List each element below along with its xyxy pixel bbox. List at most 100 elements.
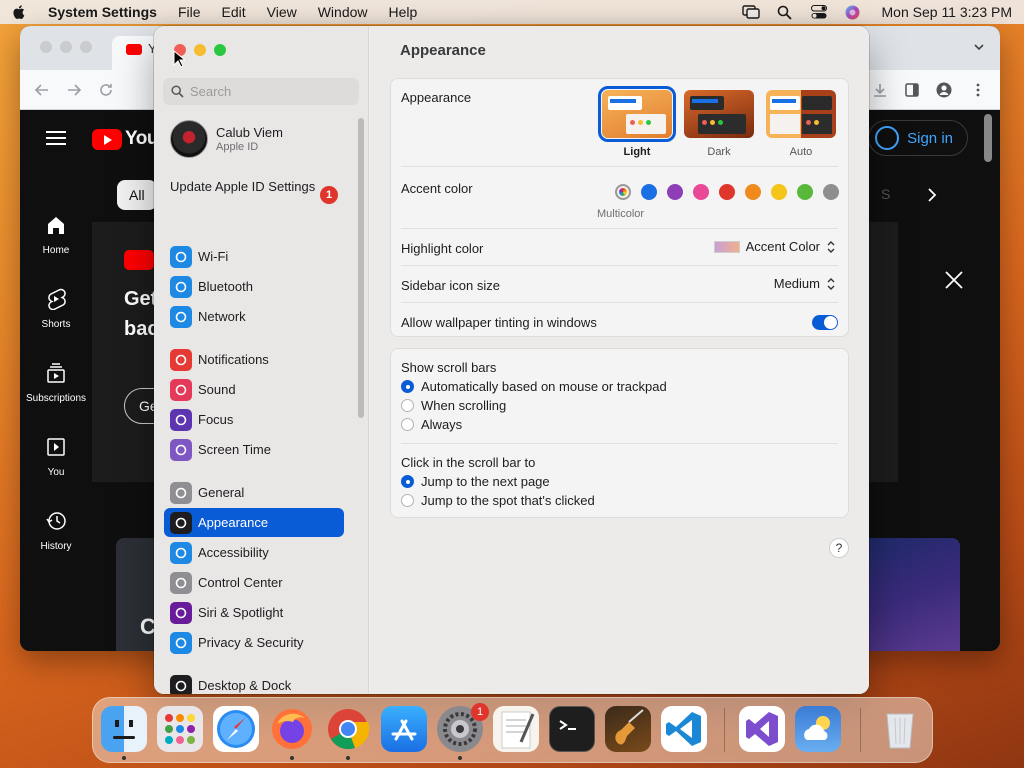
accent-color-7[interactable] [797,184,813,200]
app-store-icon[interactable] [381,706,427,752]
apple-id-profile[interactable]: Calub Viem Apple ID [170,120,283,158]
sidebar-item-wi-fi[interactable]: Wi-Fi [164,242,344,271]
chrome-icon[interactable] [325,706,371,752]
yt-nav-subscriptions[interactable]: Subscriptions [20,362,92,404]
sidebar-item-network[interactable]: Network [164,302,344,331]
highlight-color-popup[interactable]: Accent Color [713,239,836,254]
textedit-icon[interactable] [493,706,539,752]
siri-icon[interactable] [844,4,862,20]
sidebar-item-accessibility[interactable]: Accessibility [164,538,344,567]
sidebar-item-appearance[interactable]: Appearance [164,508,344,537]
help-button[interactable]: ? [829,538,849,558]
sidebar-item-sound[interactable]: Sound [164,375,344,404]
sidebar-item-focus[interactable]: Focus [164,405,344,434]
click-scroll-bar-label: Click in the scroll bar to [401,455,536,470]
page-scrollbar[interactable] [984,114,992,162]
trash-icon[interactable] [877,706,923,752]
profile-icon[interactable] [936,82,952,98]
safari-icon[interactable] [213,706,259,752]
radio-jump-next-page[interactable]: Jump to the next page [401,474,550,489]
visual-studio-icon[interactable] [739,706,785,752]
sidebar-item-label: Screen Time [198,442,271,457]
sidebar-item-control-center[interactable]: Control Center [164,568,344,597]
close-promo-icon[interactable] [944,270,964,290]
browser-zoom-button[interactable] [80,41,92,53]
sidebar-icon-size-popup[interactable]: Medium [774,276,836,291]
theme-light[interactable]: Light [598,86,676,158]
sidebar-item-general[interactable]: General [164,478,344,507]
sidebar-item-desktop-dock[interactable]: Desktop & Dock [164,671,344,694]
sidebar-scrollbar[interactable] [358,118,364,418]
accent-color-2[interactable] [667,184,683,200]
finder-running-indicator [122,756,126,760]
radio-scroll-automatic[interactable]: Automatically based on mouse or trackpad [401,379,667,394]
menu-file[interactable]: File [178,4,201,20]
sidebar-item-privacy-security[interactable]: Privacy & Security [164,628,344,657]
search-input[interactable] [190,84,350,99]
browser-minimize-button[interactable] [60,41,72,53]
chip-partial[interactable]: S [881,186,890,202]
dock-separator [724,708,725,752]
accent-color-8[interactable] [823,184,839,200]
accent-color-4[interactable] [719,184,735,200]
finder-icon[interactable] [101,706,147,752]
accent-color-6[interactable] [771,184,787,200]
download-icon[interactable] [872,82,888,98]
accent-color-multicolor[interactable] [615,184,631,200]
sidebar-item-bluetooth[interactable]: Bluetooth [164,272,344,301]
window-minimize-button[interactable] [194,44,206,56]
moon-icon [170,408,192,431]
video-thumbnail[interactable]: C [116,538,156,651]
weather-icon[interactable] [795,706,841,752]
accent-color-3[interactable] [693,184,709,200]
search-icon [171,85,184,98]
yt-nav-history[interactable]: History [20,510,92,552]
youtube-play-icon [92,128,122,150]
forward-arrow-icon[interactable] [66,82,82,98]
apple-menu-icon[interactable] [12,4,28,20]
accent-color-1[interactable] [641,184,657,200]
settings-search[interactable] [163,78,359,105]
radio-jump-to-spot[interactable]: Jump to the spot that's clicked [401,493,595,508]
radio-scroll-when-scrolling[interactable]: When scrolling [401,398,506,413]
menu-view[interactable]: View [267,4,297,20]
back-arrow-icon[interactable] [34,82,50,98]
spotlight-search-icon[interactable] [776,4,794,20]
tab-search-chevron-icon[interactable] [972,40,986,54]
more-menu-icon[interactable] [970,82,986,98]
sidebar-item-screen-time[interactable]: Screen Time [164,435,344,464]
yt-nav-shorts[interactable]: Shorts [20,288,92,330]
reload-icon[interactable] [98,82,114,98]
hamburger-menu-icon[interactable] [46,130,66,146]
menu-app-name[interactable]: System Settings [48,4,157,20]
theme-auto[interactable]: Auto [764,90,838,158]
chip-all[interactable]: All [117,180,157,210]
firefox-icon[interactable] [269,706,315,752]
control-center-icon[interactable] [810,4,828,20]
sign-in-button[interactable]: Sign in [868,120,968,156]
accent-color-5[interactable] [745,184,761,200]
update-apple-id-settings[interactable]: Update Apple ID Settings [170,179,342,195]
menu-edit[interactable]: Edit [222,4,246,20]
garageband-icon[interactable] [605,706,651,752]
video-thumbnail-2[interactable] [868,538,960,651]
side-panel-icon[interactable] [904,82,920,98]
highlight-color-label: Highlight color [401,241,484,256]
menu-window[interactable]: Window [318,4,368,20]
browser-close-button[interactable] [40,41,52,53]
yt-nav-home[interactable]: Home [20,214,92,256]
menu-bar-clock[interactable]: Mon Sep 11 3:23 PM [882,4,1012,20]
chip-scroll-right-icon[interactable] [926,188,938,202]
yt-nav-you[interactable]: You [20,436,92,478]
sidebar-item-notifications[interactable]: Notifications [164,345,344,374]
screen-mirroring-icon[interactable] [741,4,760,20]
vscode-icon[interactable] [661,706,707,752]
terminal-icon[interactable] [549,706,595,752]
wallpaper-tinting-toggle[interactable] [812,315,838,330]
launchpad-icon[interactable] [157,706,203,752]
sidebar-item-siri-spotlight[interactable]: Siri & Spotlight [164,598,344,627]
window-zoom-button[interactable] [214,44,226,56]
menu-help[interactable]: Help [389,4,418,20]
radio-scroll-always[interactable]: Always [401,417,462,432]
theme-dark[interactable]: Dark [682,90,756,158]
